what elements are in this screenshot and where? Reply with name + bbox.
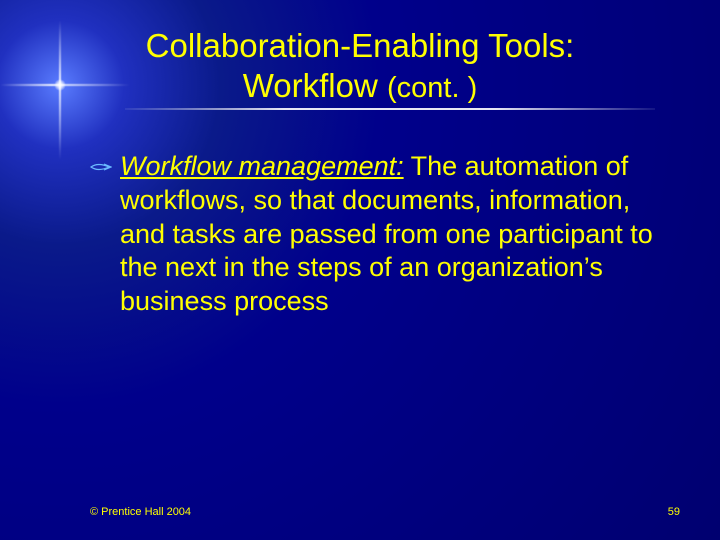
title-underline	[125, 108, 655, 110]
title-line-1: Collaboration-Enabling Tools:	[146, 27, 575, 64]
definition-term: Workflow management:	[120, 151, 404, 181]
footer-page-number: 59	[668, 506, 680, 518]
footer-copyright: © Prentice Hall 2004	[90, 506, 191, 518]
title-line-2a: Workflow	[243, 67, 387, 104]
title-line-2b: (cont. )	[387, 72, 477, 104]
bullet-arrow-icon	[90, 160, 112, 174]
slide: Collaboration-Enabling Tools: Workflow (…	[0, 0, 720, 540]
body-text: Workflow management: The automation of w…	[120, 150, 660, 319]
slide-title: Collaboration-Enabling Tools: Workflow (…	[0, 26, 720, 105]
